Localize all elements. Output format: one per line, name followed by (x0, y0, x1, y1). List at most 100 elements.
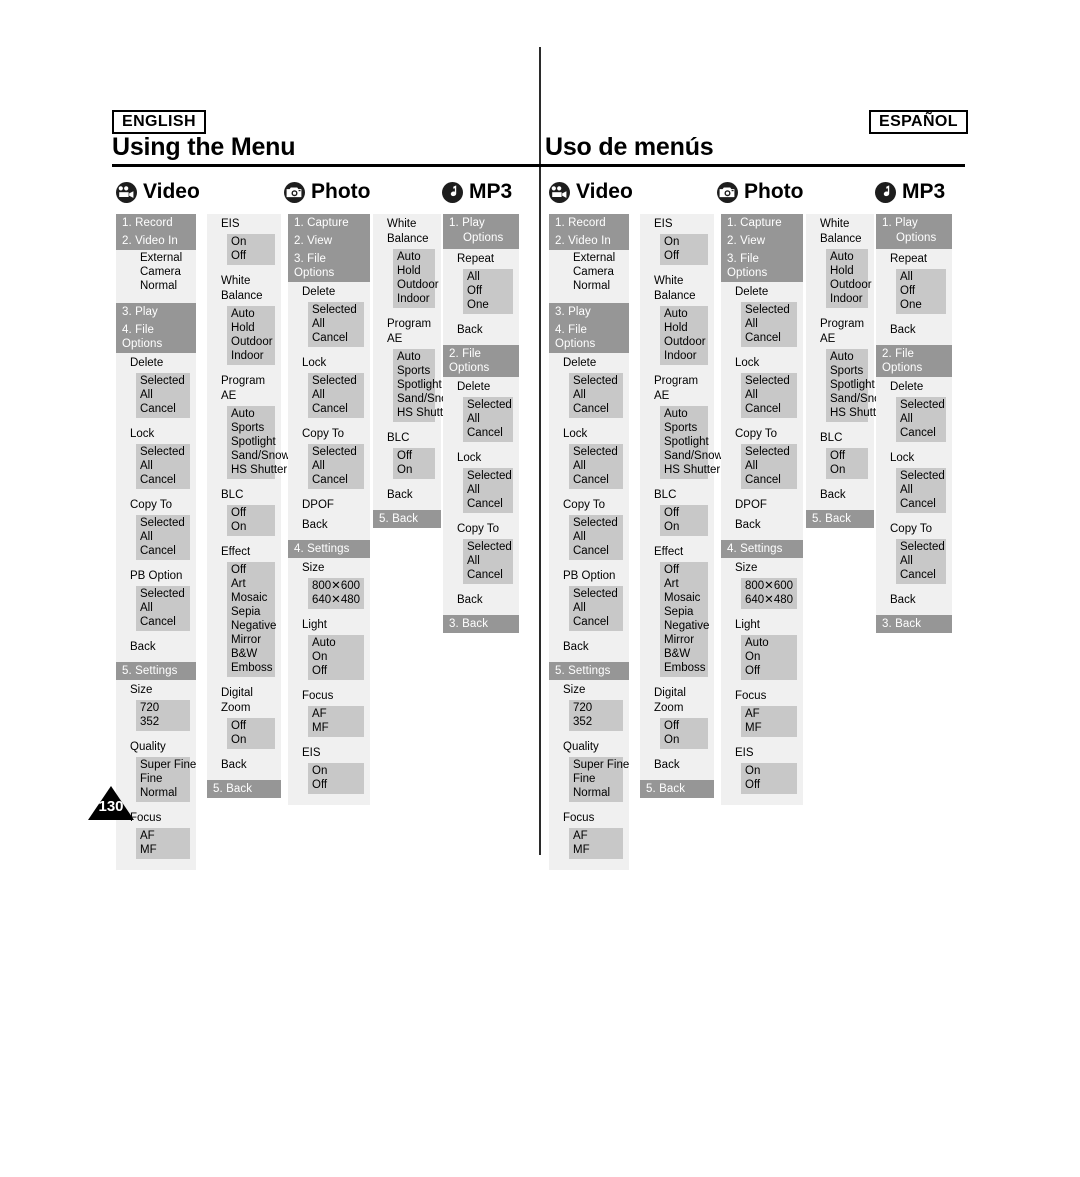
menu-option[interactable]: Selected (741, 445, 797, 459)
menu-item-label[interactable]: Size (549, 680, 629, 700)
menu-item-label[interactable]: Copy To (443, 519, 519, 539)
menu-option[interactable]: Sports (393, 364, 435, 378)
menu-option[interactable]: All (136, 388, 190, 402)
menu-option[interactable]: AF (136, 829, 190, 843)
menu-header-item[interactable]: 4. File Options (549, 321, 629, 353)
menu-option[interactable]: Auto (741, 636, 797, 650)
menu-option[interactable]: Indoor (227, 349, 275, 363)
menu-option[interactable]: One (896, 298, 946, 312)
menu-item-label[interactable]: Delete (549, 353, 629, 373)
menu-option[interactable]: Cancel (308, 331, 364, 345)
menu-header-item[interactable]: 4. Settings (288, 540, 370, 558)
menu-header-item[interactable]: 3. Play (116, 303, 196, 321)
menu-item-label[interactable]: Digital Zoom (640, 683, 714, 718)
menu-option[interactable]: Selected (569, 587, 623, 601)
menu-item-label[interactable]: Program AE (207, 371, 281, 406)
menu-item-label[interactable]: BLC (640, 485, 714, 505)
menu-option[interactable]: Cancel (136, 544, 190, 558)
menu-option[interactable]: Auto (393, 250, 435, 264)
menu-option[interactable]: Off (308, 778, 364, 792)
menu-item-label[interactable]: Lock (876, 448, 952, 468)
menu-option[interactable]: All (136, 601, 190, 615)
menu-option[interactable]: HS Shutter (660, 463, 720, 477)
menu-item-label[interactable]: Quality (549, 737, 629, 757)
menu-item-label[interactable]: Back (721, 515, 803, 535)
menu-option[interactable]: Art (660, 577, 708, 591)
menu-item-label[interactable]: Size (116, 680, 196, 700)
menu-option[interactable]: Hold (393, 264, 435, 278)
menu-item-label[interactable]: Light (288, 615, 370, 635)
menu-item-label[interactable]: Back (876, 590, 952, 610)
menu-item-label[interactable]: Size (721, 558, 803, 578)
menu-option[interactable]: B&W (660, 647, 708, 661)
menu-item-label[interactable]: DPOF (721, 495, 803, 515)
menu-header-item[interactable]: 1. Play Options (876, 214, 952, 249)
menu-option[interactable]: B&W (227, 647, 275, 661)
menu-option[interactable]: Camera (136, 265, 190, 279)
menu-header-item[interactable]: 5. Back (806, 510, 874, 528)
menu-header-item[interactable]: 2. View (721, 232, 803, 250)
menu-option[interactable]: Outdoor (393, 278, 439, 292)
menu-header-item[interactable]: 1. Record (116, 214, 196, 232)
menu-header-item[interactable]: 1. Capture (288, 214, 370, 232)
menu-option[interactable]: Outdoor (227, 335, 275, 349)
menu-item-label[interactable]: Size (288, 558, 370, 578)
menu-item-label[interactable]: Program AE (640, 371, 714, 406)
menu-option[interactable]: MF (308, 721, 364, 735)
menu-header-item[interactable]: 1. Capture (721, 214, 803, 232)
menu-item-label[interactable]: Back (443, 590, 519, 610)
menu-option[interactable]: Normal (136, 786, 190, 800)
menu-option[interactable]: Hold (826, 264, 868, 278)
menu-item-label[interactable]: Repeat (443, 249, 519, 269)
menu-option[interactable]: All (136, 530, 190, 544)
menu-option[interactable]: Off (393, 449, 435, 463)
menu-option[interactable]: All (569, 459, 623, 473)
menu-option[interactable]: AF (741, 707, 797, 721)
menu-option[interactable]: 352 (569, 715, 623, 729)
menu-option[interactable]: Normal (569, 786, 623, 800)
menu-option[interactable]: Selected (569, 445, 623, 459)
menu-item-label[interactable]: Copy To (116, 495, 196, 515)
menu-item-label[interactable]: Back (207, 755, 281, 775)
menu-option[interactable]: All (463, 554, 513, 568)
menu-item-label[interactable]: Delete (116, 353, 196, 373)
menu-option[interactable]: Auto (308, 636, 364, 650)
menu-option[interactable]: On (660, 733, 708, 747)
menu-item-label[interactable]: Copy To (288, 424, 370, 444)
menu-option[interactable]: Super Fine (569, 758, 629, 772)
menu-option[interactable]: Super Fine (136, 758, 196, 772)
menu-option[interactable]: All (308, 459, 364, 473)
menu-option[interactable]: Sand/Snow (227, 449, 290, 463)
menu-option[interactable]: Mirror (660, 633, 708, 647)
menu-option[interactable]: Fine (569, 772, 623, 786)
menu-option[interactable]: Spotlight (826, 378, 875, 392)
menu-header-item[interactable]: 3. Back (443, 615, 519, 633)
menu-item-label[interactable]: Copy To (549, 495, 629, 515)
menu-item-label[interactable]: Lock (721, 353, 803, 373)
menu-option[interactable]: Art (227, 577, 275, 591)
menu-option[interactable]: Off (896, 284, 946, 298)
menu-option[interactable]: Selected (308, 303, 364, 317)
menu-option[interactable]: Camera (569, 265, 623, 279)
menu-header-item[interactable]: 5. Settings (116, 662, 196, 680)
menu-option[interactable]: Auto (660, 407, 708, 421)
menu-header-item[interactable]: 2. File Options (876, 345, 952, 377)
menu-option[interactable]: All (569, 601, 623, 615)
menu-item-label[interactable]: Focus (288, 686, 370, 706)
menu-option[interactable]: Cancel (896, 426, 946, 440)
menu-option[interactable]: Selected (463, 398, 513, 412)
menu-option[interactable]: MF (569, 843, 623, 857)
menu-item-label[interactable]: Delete (443, 377, 519, 397)
menu-item-label[interactable]: Delete (721, 282, 803, 302)
menu-item-label[interactable]: Back (640, 755, 714, 775)
menu-item-label[interactable]: White Balance (373, 214, 441, 249)
menu-option[interactable]: Mosaic (660, 591, 708, 605)
menu-option[interactable]: 800✕600 (741, 579, 797, 593)
menu-item-label[interactable]: Back (116, 637, 196, 657)
menu-item-label[interactable]: Quality (116, 737, 196, 757)
menu-option[interactable]: Sepia (660, 605, 708, 619)
menu-option[interactable]: Sports (826, 364, 868, 378)
menu-option[interactable]: On (741, 650, 797, 664)
menu-item-label[interactable]: Back (288, 515, 370, 535)
menu-option[interactable]: Normal (136, 279, 190, 293)
